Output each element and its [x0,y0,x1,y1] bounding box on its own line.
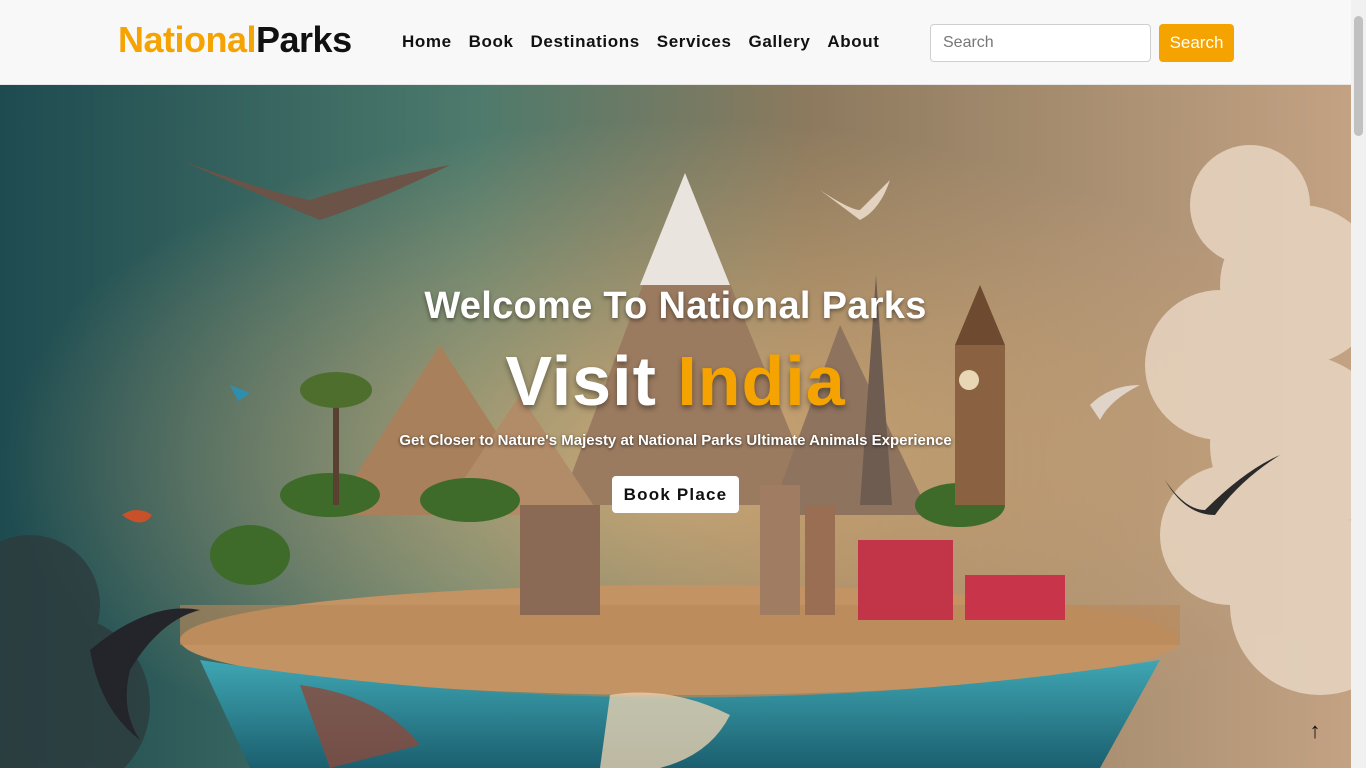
search-input[interactable] [930,24,1151,62]
nav-services[interactable]: Services [657,32,732,52]
hero-tagline: Get Closer to Nature's Majesty at Nation… [399,432,952,449]
brand-part-parks: Parks [256,19,352,60]
search-button[interactable]: Search [1159,24,1234,62]
back-to-top-arrow-icon[interactable]: ↑ [1302,718,1328,744]
nav-gallery[interactable]: Gallery [749,32,811,52]
nav-about[interactable]: About [827,32,879,52]
hero-welcome-heading: Welcome To National Parks [424,285,927,327]
nav-destinations[interactable]: Destinations [531,32,640,52]
brand-logo[interactable]: NationalParks [118,18,352,62]
main-nav: Home Book Destinations Services Gallery … [402,32,896,52]
scrollbar-thumb[interactable] [1354,16,1363,136]
hero-background-image [0,85,1351,768]
nav-home[interactable]: Home [402,32,452,52]
page-scrollbar[interactable] [1351,0,1366,768]
hero-title: Visit India [0,341,1351,421]
book-place-button[interactable]: Book Place [612,476,739,513]
brand-part-national: National [118,19,257,60]
top-navbar: NationalParks Home Book Destinations Ser… [0,0,1351,85]
hero-banner: Welcome To National Parks Visit India Ge… [0,85,1351,768]
nav-book[interactable]: Book [469,32,514,52]
hero-title-visit: Visit [505,342,657,420]
hero-title-country: India [677,342,846,420]
